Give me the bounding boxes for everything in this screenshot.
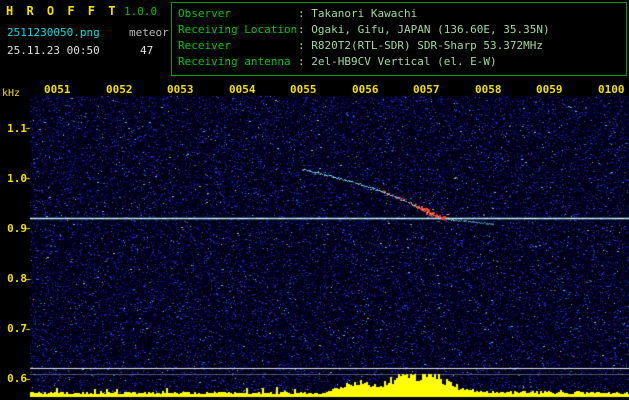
x-tick-label: 0100 [598, 83, 625, 96]
y-tick-label: 0.6 [7, 372, 27, 385]
app-version: 1.0.0 [124, 5, 158, 18]
header: H R O F F T 1.0.0 2511230050.png meteor … [0, 0, 629, 82]
y-tick-label: 1.0 [7, 172, 27, 185]
mode-label: meteor [129, 26, 169, 39]
info-label: Receiving Location [178, 23, 298, 36]
x-tick-label: 0059 [536, 83, 563, 96]
x-tick-label: 0052 [106, 83, 133, 96]
info-value: : 2el-HB9CV Vertical (el. E-W) [298, 55, 497, 68]
y-tick-label: 0.7 [7, 322, 27, 335]
info-row-receiver: Receiver : R820T2(RTL-SDR) SDR-Sharp 53.… [178, 38, 626, 54]
info-row-location: Receiving Location : Ogaki, Gifu, JAPAN … [178, 22, 626, 38]
info-label: Receiver [178, 39, 231, 52]
x-tick-label: 0054 [229, 83, 256, 96]
info-value: : Ogaki, Gifu, JAPAN (136.60E, 35.35N) [298, 23, 550, 36]
info-label: Receiving antenna [178, 55, 291, 68]
info-value: : Takanori Kawachi [298, 7, 418, 20]
x-tick-label: 0051 [44, 83, 71, 96]
timestamp: 25.11.23 00:50 [7, 44, 100, 57]
info-row-antenna: Receiving antenna : 2el-HB9CV Vertical (… [178, 54, 626, 70]
station-info-panel: Observer : Takanori Kawachi Receiving Lo… [171, 2, 627, 76]
output-filename: 2511230050.png [7, 26, 100, 39]
info-value: : R820T2(RTL-SDR) SDR-Sharp 53.372MHz [298, 39, 544, 52]
hrofft-screenshot: H R O F F T 1.0.0 2511230050.png meteor … [0, 0, 629, 400]
x-tick-label: 0053 [167, 83, 194, 96]
y-tick-label: 1.1 [7, 122, 27, 135]
x-tick-label: 0058 [475, 83, 502, 96]
x-tick-label: 0056 [352, 83, 379, 96]
app-title: H R O F F T [6, 4, 119, 18]
y-axis-unit-label: kHz [2, 88, 21, 99]
info-row-observer: Observer : Takanori Kawachi [178, 6, 626, 22]
echo-count: 47 [140, 44, 154, 57]
y-tick-label: 0.9 [7, 222, 27, 235]
info-label: Observer [178, 7, 231, 20]
y-tick-label: 0.8 [7, 272, 27, 285]
x-tick-label: 0055 [290, 83, 317, 96]
x-tick-label: 0057 [413, 83, 440, 96]
